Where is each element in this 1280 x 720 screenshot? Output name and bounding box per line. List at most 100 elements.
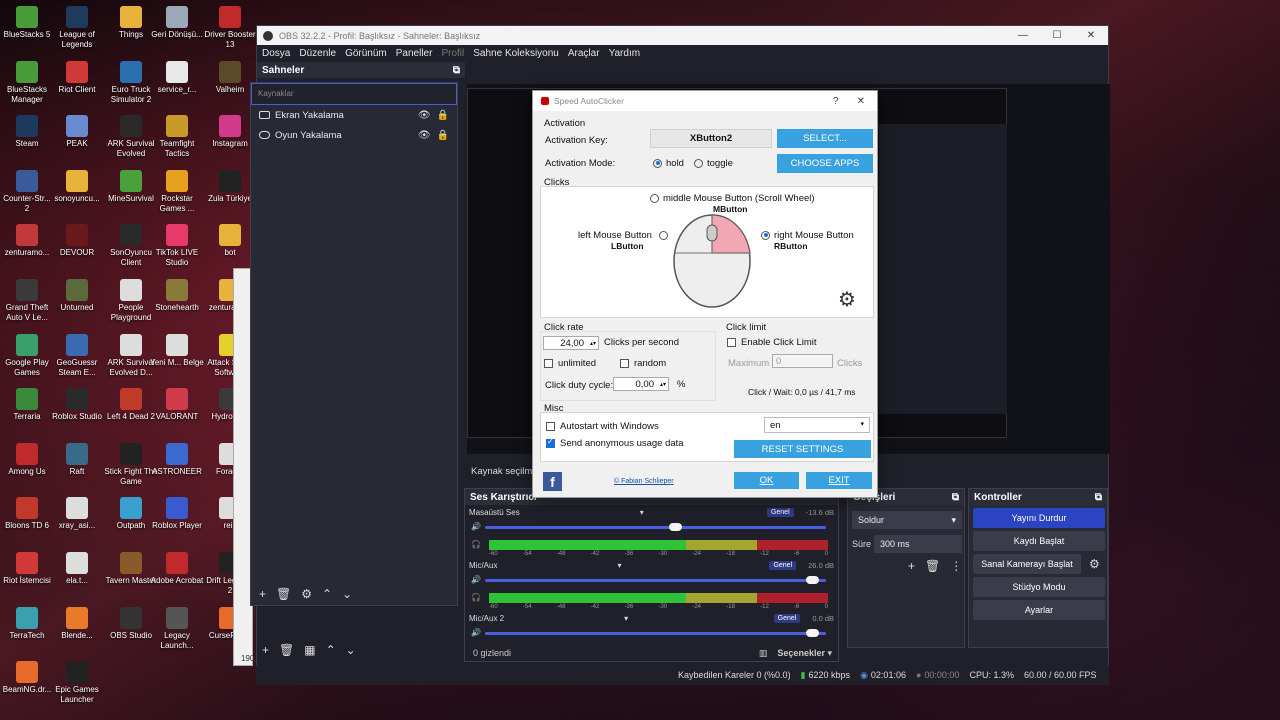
menu-paneller[interactable]: Paneller [396,48,433,59]
desktop-icon[interactable]: ASTRONEER [150,442,204,497]
desktop-icon[interactable]: Unturned [50,279,104,333]
desktop-icon[interactable]: League of Legends [50,6,104,60]
speaker-icon[interactable]: 🔊 [471,575,481,584]
facebook-icon[interactable]: f [543,472,562,491]
eye-icon[interactable]: 👁 [418,110,431,121]
headphone-icon[interactable]: 🎧 [471,593,481,602]
mode-hold-radio[interactable]: hold [653,158,684,169]
headphone-icon[interactable]: 🎧 [471,540,481,549]
enable-limit-checkbox[interactable]: Enable Click Limit [727,337,817,348]
ok-button[interactable]: OK [734,472,799,489]
lock-icon[interactable]: 🔒 [437,130,449,141]
up-icon[interactable]: ⌃ [322,587,332,601]
add-icon[interactable]: + [262,643,269,657]
menu-sahne-koleksiyonu[interactable]: Sahne Koleksiyonu [473,48,559,59]
desktop-icon[interactable]: Grand Theft Auto V Le... [0,279,54,333]
desktop-icon[interactable]: TerraTech [0,606,54,661]
desktop-icon[interactable]: Legacy Launch... [150,606,204,661]
menu-yardim[interactable]: Yardım [609,48,641,59]
start-recording-button[interactable]: Kaydı Başlat [973,531,1105,551]
desktop-icon[interactable]: Instagram [203,115,257,169]
mode-toggle-radio[interactable]: toggle [694,158,733,169]
minimize-icon[interactable]: — [1006,30,1040,41]
usage-data-checkbox[interactable]: Send anonymous usage data [546,437,684,449]
maximize-icon[interactable]: ☐ [1040,30,1074,41]
rate-input[interactable]: 24,00 ▴▾ [543,336,599,350]
autostart-checkbox[interactable]: Autostart with Windows [546,421,659,432]
source-item[interactable]: Oyun Yakalama 👁 🔒 [251,125,457,145]
studio-mode-button[interactable]: Stüdyo Modu [973,577,1105,597]
right-button-radio[interactable]: right Mouse Button [761,230,854,241]
desktop-icon[interactable]: Rockstar Games ... [150,169,204,224]
desktop-icon[interactable]: Roblox Player [150,497,204,551]
author-link[interactable]: © Fabian Schlieper [614,478,674,485]
volume-slider[interactable] [485,629,826,637]
desktop-icon[interactable]: Terraria [0,388,54,442]
down-icon[interactable]: ⌄ [342,587,352,601]
desktop-icon[interactable]: zenturamo... [0,224,54,278]
layout-icon[interactable]: ▥ [759,648,768,659]
help-icon[interactable]: ? [833,96,839,107]
unlimited-checkbox[interactable]: unlimited [544,358,596,369]
desktop-icon[interactable]: Yeni M... Belge [150,333,204,388]
up-icon[interactable]: ⌃ [326,643,336,657]
desktop-icon[interactable]: Driver Booster 13 [203,6,257,60]
slider-handle[interactable] [805,629,819,637]
left-button-radio[interactable]: left Mouse Button [578,230,672,241]
eye-icon[interactable]: 👁 [418,130,431,141]
dock-float-icon[interactable]: ⧉ [1095,492,1102,503]
desktop-icon[interactable]: Riot İstemcisi [0,552,54,606]
settings-button[interactable]: Ayarlar [973,600,1105,620]
close-icon[interactable]: ✕ [857,96,865,107]
choose-apps-button[interactable]: CHOOSE APPS [777,154,873,173]
desktop-icon[interactable]: Blende... [50,606,104,661]
maximum-input[interactable]: 0 [772,354,833,368]
chevron-down-icon[interactable]: ▾ [617,561,621,570]
language-select[interactable]: en ▾ [764,417,870,433]
speaker-icon[interactable]: 🔊 [471,628,481,637]
desktop-icon[interactable]: BlueStacks Manager [0,60,54,115]
menu-duzenle[interactable]: Düzenle [299,48,336,59]
desktop-icon[interactable]: Raft [50,442,104,497]
desktop-icon[interactable]: GeoGuessr Steam E... [50,333,104,388]
desktop-icon[interactable]: Stonehearth [150,279,204,333]
speaker-icon[interactable]: 🔊 [471,522,481,531]
add-icon[interactable]: + [908,559,915,573]
desktop-icon[interactable]: Steam [0,115,54,169]
desktop-icon[interactable]: Riot Client [50,60,104,115]
desktop-icon[interactable]: xray_asi... [50,497,104,551]
desktop-icon[interactable]: Google Play Games [0,333,54,388]
filter-icon[interactable]: ▦ [304,643,315,657]
desktop-icon[interactable]: BeamNG.dr... [0,661,54,715]
reset-settings-button[interactable]: RESET SETTINGS [734,440,871,458]
duration-input[interactable]: 300 ms [874,535,962,553]
desktop-icon[interactable]: Valheim [203,60,257,115]
random-checkbox[interactable]: random [620,358,666,369]
desktop-icon[interactable]: Epic Games Launcher [50,661,104,715]
desktop-icon[interactable]: Among Us [0,442,54,497]
desktop-icon[interactable]: BlueStacks 5 [0,6,54,60]
desktop-icon[interactable]: Teamfight Tactics [150,115,204,169]
gear-icon[interactable]: ⚙ [838,287,856,312]
duty-cycle-input[interactable]: 0,00 ▴▾ [613,377,669,391]
desktop-icon[interactable]: sonoyuncu... [50,169,104,224]
desktop-icon[interactable]: Roblox Studio [50,388,104,442]
desktop-icon[interactable]: TikTok LIVE Studio [150,224,204,278]
virtual-camera-button[interactable]: Sanal Kamerayı Başlat [973,554,1081,574]
slider-handle[interactable] [669,523,683,531]
desktop-icon[interactable]: PEAK [50,115,104,169]
desktop-icon[interactable]: Zula Türkiye [203,169,257,224]
volume-slider[interactable] [485,523,826,531]
desktop-icon[interactable]: Bloons TD 6 [0,497,54,551]
source-item[interactable]: Ekran Yakalama 👁 🔒 [251,105,457,125]
desktop-icon[interactable]: VALORANT [150,388,204,442]
desktop-icon[interactable]: Geri Dönüşü... [150,6,204,60]
transition-select[interactable]: Soldur ▾ [852,511,962,529]
close-icon[interactable]: ✕ [1074,30,1108,41]
more-icon[interactable]: ⋮ [950,559,962,573]
dock-float-icon[interactable]: ⧉ [952,492,959,503]
trash-icon[interactable]: 🗑 [925,559,940,573]
trash-icon[interactable]: 🗑 [276,587,291,601]
gear-icon[interactable]: ⚙ [301,587,312,601]
stop-stream-button[interactable]: Yayını Durdur [973,508,1105,528]
